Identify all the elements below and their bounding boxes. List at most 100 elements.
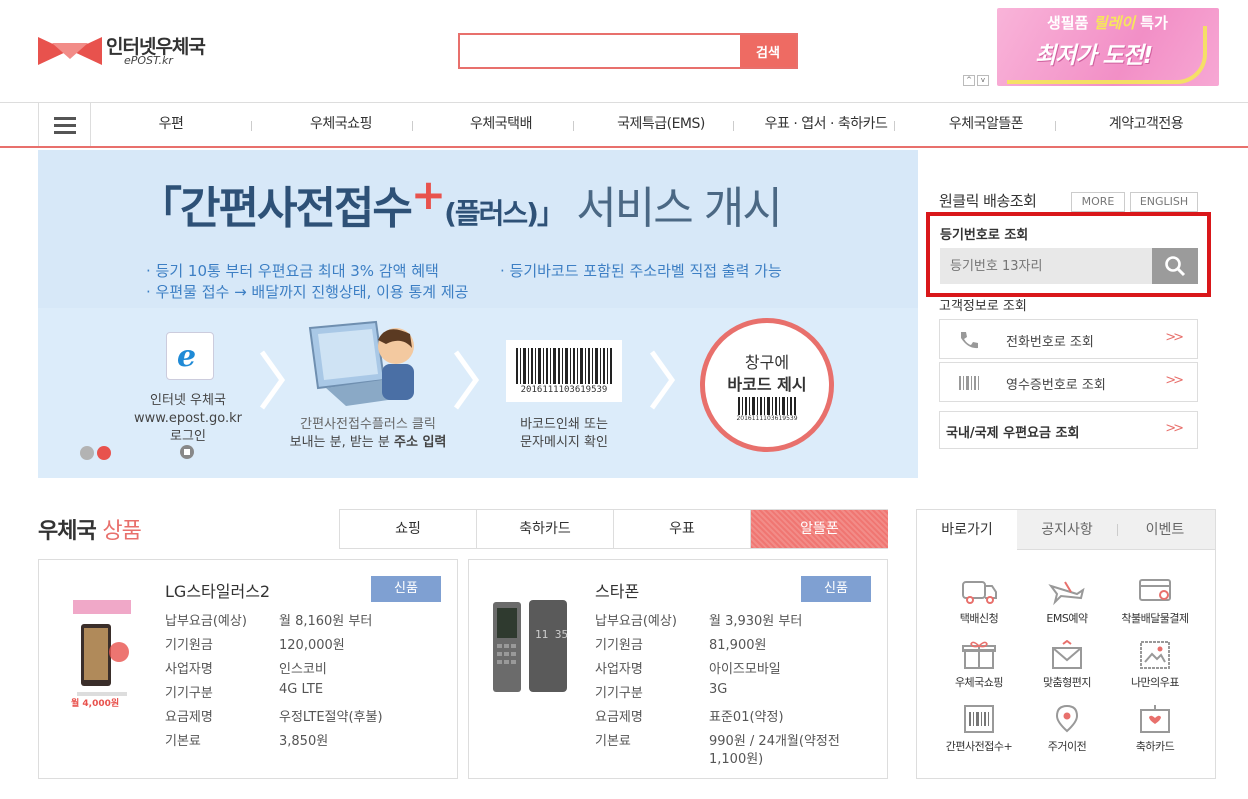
hero-title: 「간편사전접수+(플러스)」 서비스 개시 <box>138 170 783 234</box>
epost-logo[interactable]: 인터넷우체국 ePOST.kr <box>38 32 228 72</box>
flip-phone-image <box>493 600 567 692</box>
nav-item-shopping[interactable]: 우체국쇼핑 <box>281 103 401 146</box>
counter-stamp: 창구에 바코드 제시 2016111103619539 <box>700 318 834 452</box>
ad-line-1: 생필품 릴레이 특가 <box>1047 14 1168 32</box>
ad-banner[interactable]: 생필품 릴레이 특가 최저가 도전! <box>997 8 1219 86</box>
spec-label: 요금제명 <box>595 710 643 725</box>
hero-step-3: 바코드인쇄 또는 문자메시지 확인 <box>520 417 608 450</box>
spec-label: 기기원금 <box>165 638 213 653</box>
product-name: 스타폰 <box>595 582 640 601</box>
nav-item-mobile[interactable]: 우체국알뜰폰 <box>921 103 1051 146</box>
hero-pager <box>80 445 114 464</box>
tab-notices[interactable]: 공지사항 <box>1017 510 1117 550</box>
spec-value: 아이즈모바일 <box>709 662 781 677</box>
search-bar: 검색 <box>458 33 798 69</box>
stamp-picture-icon <box>1140 641 1170 669</box>
hamburger-menu-icon[interactable] <box>38 103 91 146</box>
search-input[interactable] <box>460 35 742 67</box>
barcode-icon <box>964 705 994 733</box>
hero-bullet-3: · 등기바코드 포함된 주소라벨 직접 출력 가능 <box>500 262 782 280</box>
spec-label: 요금제명 <box>165 710 213 725</box>
quick-address-change[interactable]: 주거이전 <box>1019 704 1115 754</box>
main-nav: 우편 우체국쇼핑 우체국택배 국제특급(EMS) 우표 · 엽서 · 축하카드 … <box>0 102 1248 148</box>
hero-banner[interactable]: 「간편사전접수+(플러스)」 서비스 개시 · 등기 10통 부터 우편요금 최… <box>38 150 918 478</box>
chevron-right-icon <box>649 350 676 410</box>
tab-shortcuts[interactable]: 바로가기 <box>917 510 1017 551</box>
tracking-english-button[interactable]: ENGLISH <box>1130 192 1198 212</box>
nav-item-ems[interactable]: 국제특급(EMS) <box>591 103 731 146</box>
receipt-lookup-label: 영수증번호로 조회 <box>1006 378 1106 393</box>
chevron-right-icon <box>259 350 286 410</box>
spec-value: 990원 / 24개월(약정전 <box>709 734 840 749</box>
quick-cod-payment[interactable]: 착불배달물결제 <box>1107 576 1203 626</box>
customer-lookup-title: 고객정보로 조회 <box>939 299 1027 314</box>
tab-mobile[interactable]: 알뜰폰 <box>751 510 888 548</box>
ad-next-button[interactable]: v <box>977 75 989 86</box>
hero-stop-icon[interactable] <box>180 445 194 459</box>
new-badge: 신품 <box>801 576 871 602</box>
phone-lookup-row[interactable]: 전화번호로 조회 >> <box>939 319 1198 359</box>
quick-easy-pre-register[interactable]: 간편사전접수+ <box>931 704 1027 754</box>
hero-bullet-2: · 우편물 접수 → 배달까지 진행상태, 이용 통계 제공 <box>146 283 469 301</box>
tracking-number-box: 등기번호로 조회 <box>926 212 1211 297</box>
hero-dot-1[interactable] <box>80 446 94 460</box>
greeting-card-icon <box>1140 705 1170 733</box>
barcode-card: 2016111103619539 <box>506 340 622 402</box>
tab-shopping[interactable]: 쇼핑 <box>340 510 477 548</box>
spec-label: 납부요금(예상) <box>595 614 677 629</box>
spec-label: 납부요금(예상) <box>165 614 247 629</box>
gift-box-icon <box>962 641 996 669</box>
tracking-more-button[interactable]: MORE <box>1071 192 1125 212</box>
tab-greeting-card[interactable]: 축하카드 <box>477 510 614 548</box>
nav-item-post[interactable]: 우편 <box>121 103 221 146</box>
quick-custom-letter[interactable]: 맞춤형편지 <box>1019 640 1115 690</box>
location-pin-icon <box>1055 704 1079 733</box>
barcode-number: 2016111103619539 <box>520 385 608 395</box>
new-badge: 신품 <box>371 576 441 602</box>
hero-bullet-1: · 등기 10통 부터 우편요금 최대 3% 감액 혜택 <box>146 262 439 280</box>
nav-item-parcel[interactable]: 우체국택배 <box>441 103 561 146</box>
spec-value: 월 8,160원 부터 <box>279 614 373 629</box>
spec-value: 3G <box>709 682 728 697</box>
tracking-search-button[interactable] <box>1152 248 1198 284</box>
quick-greeting-card[interactable]: 축하카드 <box>1107 704 1203 754</box>
spec-label: 기기구분 <box>165 686 213 701</box>
stamp-number: 2016111103619539 <box>736 415 798 422</box>
quick-parcel[interactable]: 택배신청 <box>931 576 1027 626</box>
tab-stamps[interactable]: 우표 <box>614 510 751 548</box>
product-card-star-phone[interactable]: 11 35 스타폰 신품 납부요금(예상) 월 3,930원 부터 기기원금 8… <box>468 559 888 779</box>
hero-dot-2[interactable] <box>97 446 111 460</box>
ad-line-2: 최저가 도전! <box>1035 43 1153 69</box>
phone-clock: 11 35 <box>535 628 569 641</box>
nav-item-stamps[interactable]: 우표 · 엽서 · 축하카드 <box>741 103 911 146</box>
postage-lookup-row[interactable]: 국내/국제 우편요금 조회 >> <box>939 411 1198 449</box>
products-title: 우체국 상품 <box>38 519 142 544</box>
spec-value: 3,850원 <box>279 734 329 749</box>
spec-label: 기기원금 <box>595 638 643 653</box>
double-chevron-icon: >> <box>1165 373 1184 388</box>
quick-tabs: 바로가기 공지사항 이벤트 <box>917 510 1215 551</box>
nav-item-contract[interactable]: 계약고객전용 <box>1081 103 1211 146</box>
spec-label: 사업자명 <box>595 662 643 677</box>
logo-sub: ePOST.kr <box>124 54 173 67</box>
product-name: LG스타일러스2 <box>165 582 271 601</box>
postage-lookup-label: 국내/국제 우편요금 조회 <box>946 426 1080 441</box>
barcode-icon <box>516 348 612 384</box>
receipt-lookup-row[interactable]: 영수증번호로 조회 >> <box>939 362 1198 402</box>
ad-prev-button[interactable]: ^ <box>963 75 975 86</box>
spec-value: 인스코비 <box>279 662 327 677</box>
promo-price: 월 4,000원 <box>71 699 120 709</box>
product-tabs: 쇼핑 축하카드 우표 알뜰폰 <box>339 509 888 549</box>
tracking-number-input[interactable] <box>940 248 1152 284</box>
ad-pager: ^ v <box>963 67 993 86</box>
tab-events[interactable]: 이벤트 <box>1115 510 1215 550</box>
spec-value: 4G LTE <box>279 682 324 697</box>
quick-ems[interactable]: EMS예약 <box>1019 576 1115 626</box>
quick-my-stamp[interactable]: 나만의우표 <box>1107 640 1203 690</box>
search-button[interactable]: 검색 <box>740 35 796 67</box>
quick-shopping[interactable]: 우체국쇼핑 <box>931 640 1027 690</box>
search-icon <box>1165 256 1186 277</box>
spec-value: 120,000원 <box>279 638 345 653</box>
card-payment-icon <box>1139 579 1171 601</box>
product-card-lg-stylus2[interactable]: 월 4,000원 LG스타일러스2 신품 납부요금(예상) 월 8,160원 부… <box>38 559 458 779</box>
